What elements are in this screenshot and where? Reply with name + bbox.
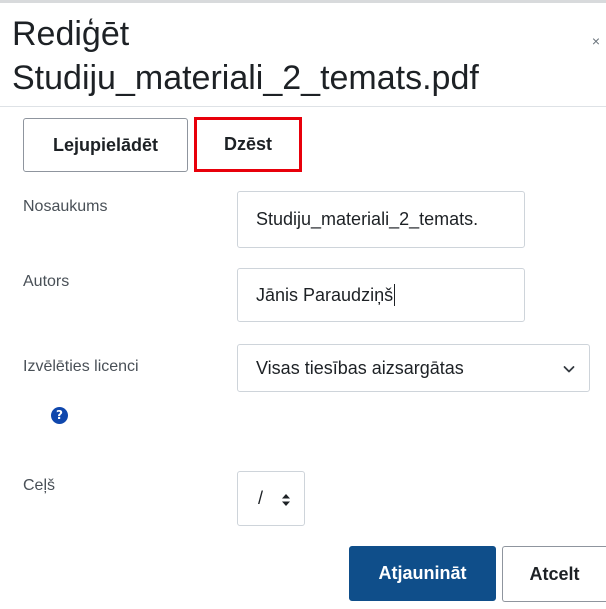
license-select[interactable]: Visas tiesības aizsargātas [237,344,590,392]
path-label: Ceļš [23,477,56,494]
delete-button[interactable]: Dzēst [194,117,302,172]
download-button[interactable]: Lejupielādēt [23,118,188,172]
chevron-down-icon [563,366,575,373]
update-button[interactable]: Atjaunināt [349,546,496,601]
edit-file-dialog: Rediģēt Studiju_materiali_2_temats.pdf ×… [0,0,606,609]
path-select-value: / [258,488,264,508]
header-divider [0,106,606,107]
name-input[interactable]: Studiju_materiali_2_temats. [237,191,525,248]
path-select[interactable]: / [237,471,305,526]
name-label: Nosaukums [23,198,108,215]
question-circle-icon[interactable]: ? [51,407,68,424]
dialog-title-line1: Rediģēt [12,15,130,53]
author-label: Autors [23,273,70,290]
license-select-value: Visas tiesības aizsargātas [256,357,464,378]
dialog-title-filename: Studiju_materiali_2_temats.pdf [12,59,479,97]
name-input-value: Studiju_materiali_2_temats. [256,209,479,229]
author-input-value: Jānis Paraudziņš [256,284,394,305]
text-caret [394,284,396,306]
dialog-title: Rediģēt Studiju_materiali_2_temats.pdf [12,12,572,100]
license-label: Izvēlēties licenci [23,358,139,375]
close-icon[interactable]: × [589,34,603,48]
sort-updown-icon [282,494,290,506]
cancel-button[interactable]: Atcelt [502,546,606,602]
dialog-top-border [0,0,606,3]
author-input[interactable]: Jānis Paraudziņš [237,268,525,322]
